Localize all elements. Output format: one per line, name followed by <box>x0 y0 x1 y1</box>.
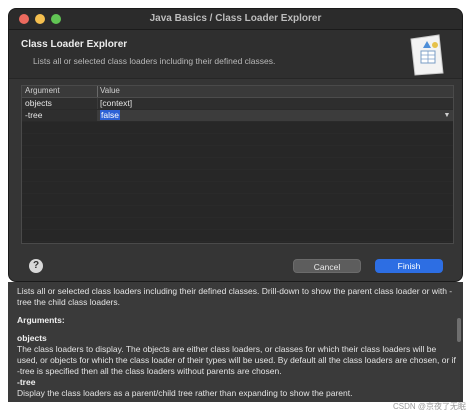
dialog-window: Java Basics / Class Loader Explorer Clas… <box>8 8 463 282</box>
tree-heading: -tree <box>17 377 36 387</box>
cancel-button[interactable]: Cancel <box>293 259 361 273</box>
title-bar: Java Basics / Class Loader Explorer <box>9 9 462 30</box>
dialog-title: Class Loader Explorer <box>21 39 128 50</box>
empty-row <box>22 182 453 194</box>
empty-row <box>22 158 453 170</box>
empty-row <box>22 218 453 230</box>
column-header-argument[interactable]: Argument <box>25 86 60 95</box>
table-row[interactable]: -tree false ▼ <box>22 110 453 122</box>
objects-description: The class loaders to display. The object… <box>17 344 456 376</box>
wizard-banner-icon <box>410 34 444 76</box>
column-header-value[interactable]: Value <box>97 86 120 97</box>
value-editor-background <box>97 110 453 121</box>
dialog-subtitle: Lists all or selected class loaders incl… <box>33 56 276 66</box>
empty-row <box>22 194 453 206</box>
objects-heading: objects <box>17 333 47 343</box>
help-text: Lists all or selected class loaders incl… <box>17 286 457 399</box>
empty-row <box>22 230 453 242</box>
value-selection: false <box>100 110 120 120</box>
table-header: Argument Value <box>22 86 453 98</box>
finish-button[interactable]: Finish <box>375 259 443 273</box>
empty-row <box>22 122 453 134</box>
value-cell[interactable]: [context] <box>97 98 132 109</box>
empty-row <box>22 134 453 146</box>
value-editor[interactable]: false <box>97 110 120 121</box>
help-button[interactable]: ? <box>29 259 43 273</box>
empty-row <box>22 170 453 182</box>
empty-row <box>22 242 453 243</box>
watermark: CSDN @京夜了无眠 <box>392 402 466 411</box>
help-description: Lists all or selected class loaders incl… <box>17 286 453 307</box>
empty-row <box>22 206 453 218</box>
empty-row <box>22 146 453 158</box>
arguments-heading: Arguments: <box>17 315 65 325</box>
table-row[interactable]: objects [context] <box>22 98 453 110</box>
help-panel[interactable]: Lists all or selected class loaders incl… <box>8 282 463 402</box>
dialog-header: Class Loader Explorer Lists all or selec… <box>9 30 462 79</box>
scrollbar[interactable] <box>457 318 461 342</box>
window-title: Java Basics / Class Loader Explorer <box>149 13 322 24</box>
argument-cell: -tree <box>25 110 43 120</box>
tree-description: Display the class loaders as a parent/ch… <box>17 388 353 398</box>
arguments-table: Argument Value objects [context] -tree f… <box>21 85 454 244</box>
argument-cell: objects <box>25 98 52 108</box>
chevron-down-icon[interactable]: ▼ <box>443 111 451 120</box>
